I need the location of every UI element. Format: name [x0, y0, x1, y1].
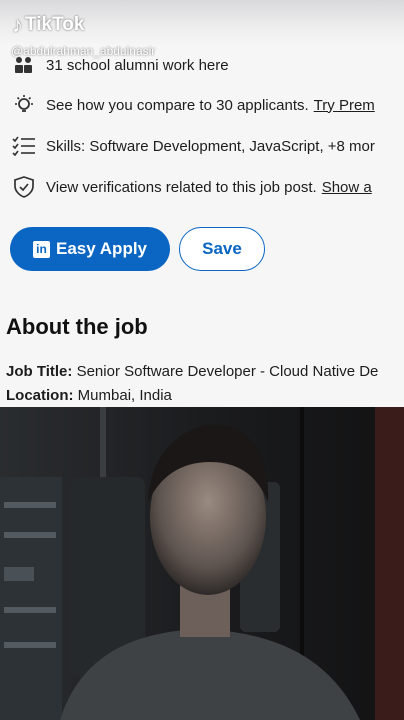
tiktok-watermark: ♪ TikTok: [12, 12, 84, 38]
job-title-value: Senior Software Developer - Cloud Native…: [76, 363, 379, 380]
alumni-text: 31 school alumni work here: [46, 56, 229, 74]
save-button[interactable]: Save: [179, 227, 265, 271]
checklist-icon: [11, 135, 36, 157]
about-heading: About the job: [6, 314, 148, 339]
location-value: Mumbai, India: [77, 387, 172, 404]
compare-row: See how you compare to 30 applicants. Tr…: [11, 92, 404, 118]
location-line: Location: Mumbai, India: [6, 387, 172, 404]
compare-text: See how you compare to 30 applicants.: [46, 96, 309, 114]
try-premium-link[interactable]: Try Prem: [314, 97, 375, 114]
shield-check-icon: [11, 176, 36, 198]
verifications-row: View verifications related to this job p…: [11, 174, 404, 200]
tiktok-handle: @abdulrahman_abdulnasir: [11, 44, 156, 58]
skills-row[interactable]: Skills: Software Development, JavaScript…: [11, 133, 404, 159]
linkedin-logo-icon: in: [32, 240, 50, 258]
job-post-panel: 31 school alumni work here See how you c…: [0, 0, 404, 407]
video-frame: [0, 407, 404, 720]
show-all-link[interactable]: Show a: [322, 179, 372, 196]
easy-apply-button[interactable]: in Easy Apply: [10, 227, 170, 271]
job-title-line: Job Title: Senior Software Developer - C…: [6, 363, 378, 380]
lightbulb-icon: [11, 94, 36, 116]
tiktok-logo-icon: ♪: [12, 12, 23, 37]
video-scene-illustration: [0, 407, 404, 720]
location-label: Location:: [6, 387, 74, 404]
save-label: Save: [202, 239, 242, 258]
verifications-text: View verifications related to this job p…: [46, 178, 317, 196]
easy-apply-label: Easy Apply: [55, 239, 148, 258]
tiktok-brand: TikTok: [25, 14, 85, 35]
job-title-label: Job Title:: [6, 363, 73, 380]
skills-text: Skills: Software Development, JavaScript…: [46, 137, 375, 155]
